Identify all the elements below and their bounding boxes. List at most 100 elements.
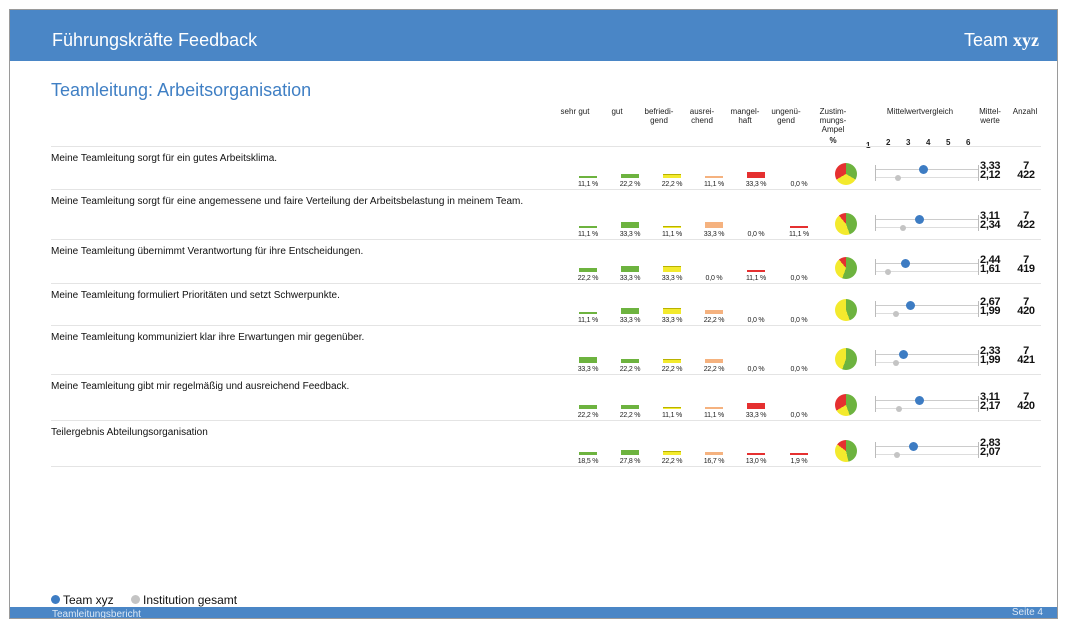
rating-cell-ungenuegend: 0,0 % bbox=[782, 262, 816, 282]
rating-bar bbox=[705, 222, 723, 228]
col-ampel-line2: mungs- bbox=[819, 116, 847, 125]
rating-percent: 33,3 % bbox=[619, 317, 641, 324]
rating-bar bbox=[663, 308, 681, 314]
mean-axis-line bbox=[875, 215, 876, 231]
rating-cell-gut: 22,2 % bbox=[613, 168, 647, 188]
col-anzahl-line: Anzahl bbox=[1012, 107, 1038, 116]
rating-cell-ausreichend: 22,2 % bbox=[697, 304, 731, 324]
rating-percent: 22,2 % bbox=[619, 181, 641, 188]
response-counts: 7 420 bbox=[1013, 297, 1039, 317]
rating-bar bbox=[705, 359, 723, 363]
col-ausreichend-line2: chend bbox=[691, 116, 713, 125]
col-gut-line: gut bbox=[611, 107, 623, 116]
table-row: Meine Teamleitung gibt mir regelmäßig un… bbox=[51, 374, 1041, 420]
rating-cell-mangelhaft: 11,1 % bbox=[739, 262, 773, 282]
col-ausreichend-line1: ausrei- bbox=[689, 107, 715, 116]
col-sehr-gut: sehr gut bbox=[555, 107, 595, 116]
mean-values: 3,11 2,34 bbox=[980, 211, 1001, 231]
rating-bar bbox=[621, 450, 639, 455]
rating-bar bbox=[747, 172, 765, 178]
table-row: Meine Teamleitung formuliert Prioritäten… bbox=[51, 283, 1041, 325]
mean-institution: 1,99 bbox=[980, 305, 1001, 317]
mean-institution: 1,99 bbox=[980, 354, 1001, 366]
rating-percent: 13,0 % bbox=[745, 458, 767, 465]
rating-bar bbox=[705, 452, 723, 455]
rating-cell-befriedigend: 11,1 % bbox=[655, 399, 689, 419]
mean-axis-line bbox=[875, 177, 979, 178]
rating-cell-sehr_gut: 11,1 % bbox=[571, 168, 605, 188]
mean-comparison bbox=[875, 160, 979, 186]
rating-cell-gut: 33,3 % bbox=[613, 304, 647, 324]
rating-percent: 1,9 % bbox=[790, 458, 808, 465]
rating-percent: 22,2 % bbox=[577, 275, 599, 282]
rating-cell-sehr_gut: 22,2 % bbox=[571, 262, 605, 282]
count-institution: 419 bbox=[1017, 263, 1035, 275]
rating-bar bbox=[621, 308, 639, 314]
rating-cell-sehr_gut: 11,1 % bbox=[571, 218, 605, 238]
rating-cell-ausreichend: 11,1 % bbox=[697, 399, 731, 419]
mean-institution: 1,61 bbox=[980, 263, 1001, 275]
rating-percent: 22,2 % bbox=[619, 366, 641, 373]
rating-percent: 11,1 % bbox=[745, 275, 767, 282]
rating-percent: 33,3 % bbox=[661, 317, 683, 324]
footer-report-name: Teamleitungsbericht bbox=[52, 609, 141, 619]
rating-bar bbox=[579, 405, 597, 409]
rating-bar bbox=[663, 174, 681, 178]
rating-cell-sehr_gut: 22,2 % bbox=[571, 399, 605, 419]
col-mangelhaft-line2: haft bbox=[738, 116, 752, 125]
mean-values: 2,83 2,07 bbox=[980, 438, 1001, 458]
rating-cell-mangelhaft: 33,3 % bbox=[739, 168, 773, 188]
col-ampel-line4: % bbox=[829, 136, 837, 145]
team-mean-dot-icon bbox=[900, 259, 910, 268]
rating-percent: 0,0 % bbox=[705, 275, 723, 282]
rating-bar bbox=[790, 453, 808, 455]
response-counts: 7 419 bbox=[1013, 255, 1039, 275]
mean-axis-line bbox=[875, 396, 876, 412]
rating-bar bbox=[663, 407, 681, 409]
rating-bar bbox=[663, 226, 681, 228]
report-footer: Teamleitungsbericht Seite 4 bbox=[10, 607, 1057, 619]
rating-percent: 11,1 % bbox=[577, 317, 599, 324]
rating-bar bbox=[621, 222, 639, 228]
rating-bar bbox=[705, 176, 723, 178]
table-row: Meine Teamleitung übernimmt Verantwortun… bbox=[51, 239, 1041, 283]
mean-values: 2,67 1,99 bbox=[980, 297, 1001, 317]
col-anzahl: Anzahl bbox=[1008, 107, 1042, 116]
institution-mean-dot-icon bbox=[884, 269, 891, 275]
mean-institution: 2,12 bbox=[980, 169, 1001, 181]
legend: Team xyz Institution gesamt bbox=[51, 593, 237, 607]
col-mittelwerte-line1: Mittel- bbox=[979, 107, 1001, 116]
page-number: Seite 4 bbox=[1011, 607, 1043, 618]
rating-bar bbox=[747, 453, 765, 455]
rating-bar bbox=[579, 312, 597, 314]
rating-percent: 22,2 % bbox=[619, 412, 641, 419]
rating-percent: 0,0 % bbox=[747, 366, 765, 373]
table-row: Meine Teamleitung sorgt für eine angemes… bbox=[51, 189, 1041, 239]
rating-percent: 11,1 % bbox=[577, 231, 599, 238]
table-end-line bbox=[51, 466, 1041, 467]
rating-percent: 0,0 % bbox=[747, 317, 765, 324]
table-row: Teilergebnis Abteilungsorganisation 18,5 … bbox=[51, 420, 1041, 466]
mean-axis-line bbox=[875, 305, 979, 306]
ampel-pie bbox=[835, 257, 857, 279]
rating-cell-sehr_gut: 18,5 % bbox=[571, 445, 605, 465]
mean-axis-line bbox=[978, 350, 979, 366]
legend-institution: Institution gesamt bbox=[143, 593, 238, 607]
institution-mean-dot-icon bbox=[894, 452, 901, 458]
rating-bar bbox=[579, 176, 597, 178]
response-counts: 7 420 bbox=[1013, 392, 1039, 412]
rating-bar bbox=[579, 452, 597, 455]
response-counts: 7 421 bbox=[1013, 346, 1039, 366]
ampel-pie bbox=[835, 299, 857, 321]
question-text: Meine Teamleitung sorgt für eine angemes… bbox=[51, 196, 524, 207]
rating-percent: 33,3 % bbox=[745, 181, 767, 188]
rating-bar bbox=[705, 407, 723, 409]
rating-cell-ungenuegend: 0,0 % bbox=[782, 353, 816, 373]
mean-institution: 2,34 bbox=[980, 219, 1001, 231]
mean-axis-line bbox=[875, 362, 979, 363]
mean-axis-line bbox=[875, 301, 876, 317]
question-text: Meine Teamleitung sorgt für ein gutes Ar… bbox=[51, 153, 278, 164]
col-mangelhaft: mangel-haft bbox=[726, 107, 764, 125]
rating-percent: 22,2 % bbox=[661, 181, 683, 188]
rating-percent: 22,2 % bbox=[703, 317, 725, 324]
